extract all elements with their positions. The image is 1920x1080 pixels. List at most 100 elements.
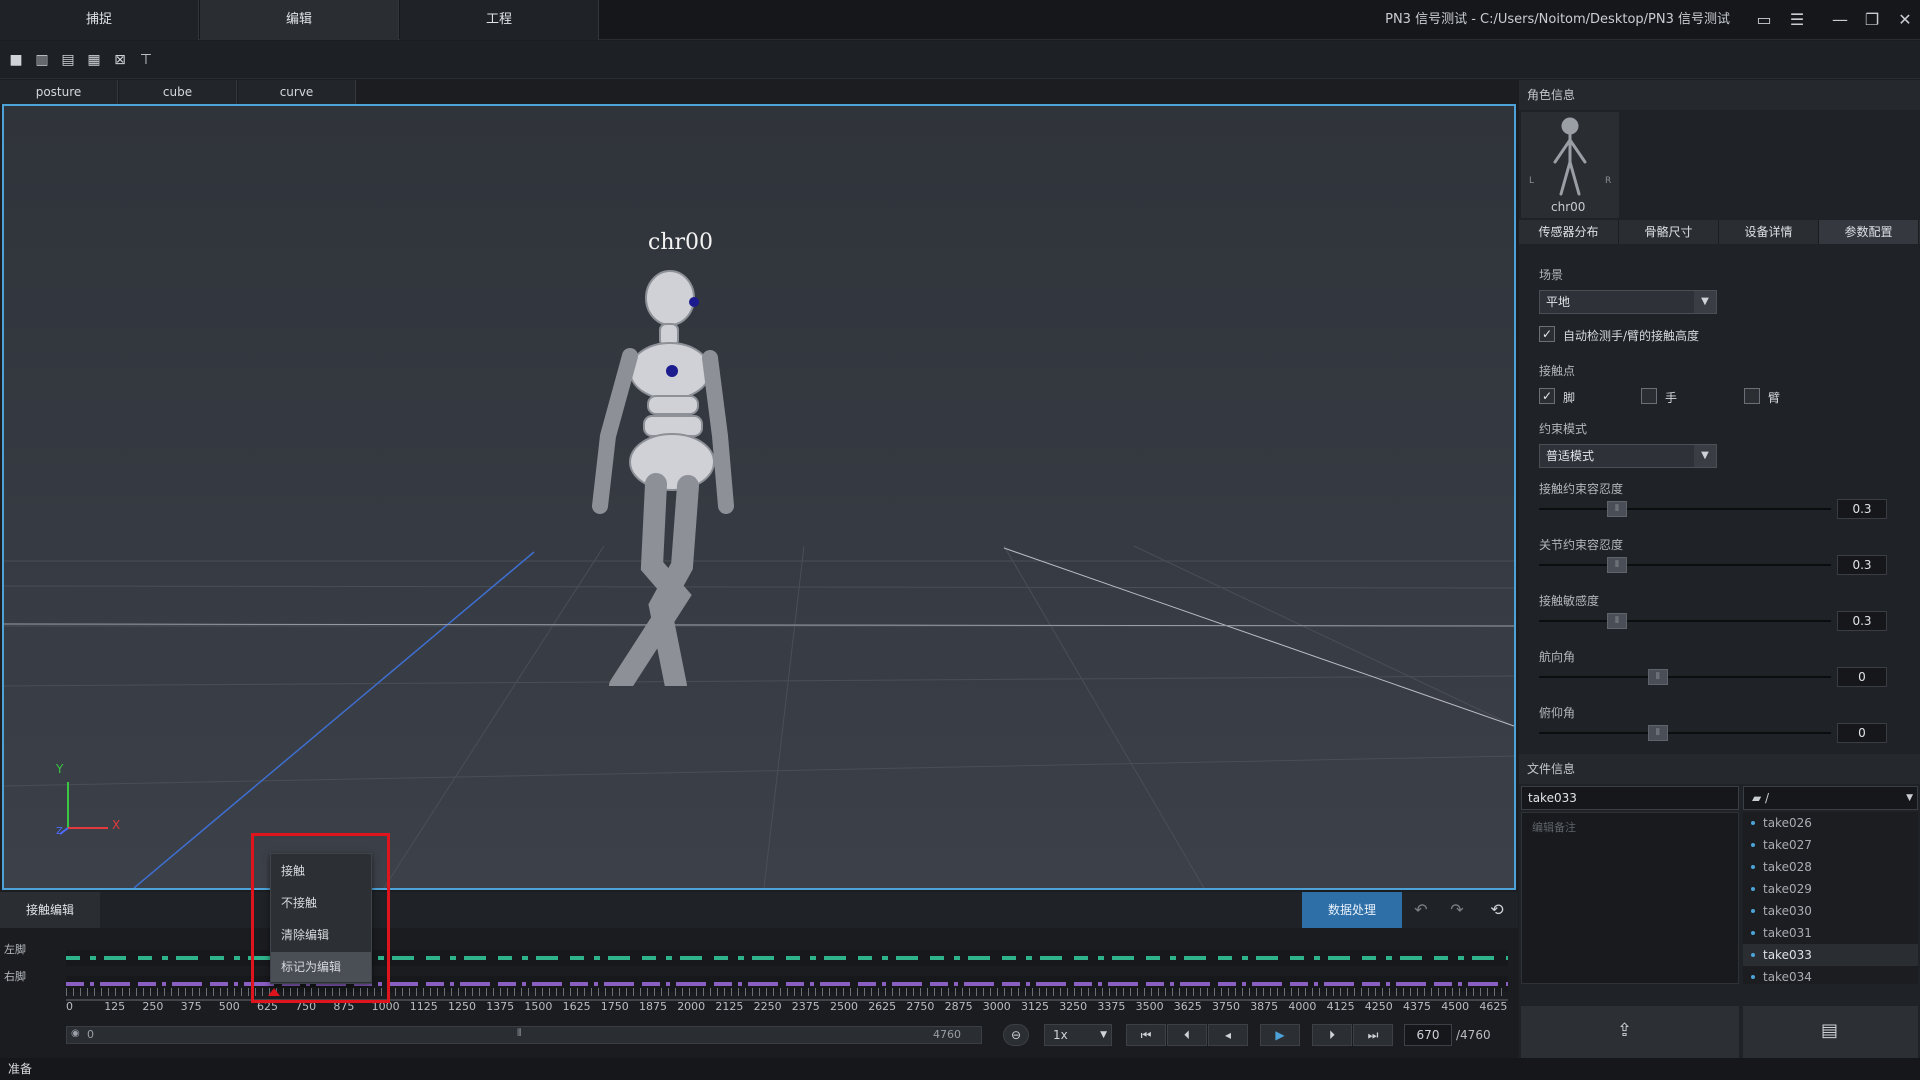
document-icon: ▤	[1821, 1020, 1839, 1041]
right-panel: 角色信息 L R chr00 传感器分布 骨骼尺寸 设备详情 参数配置 场景 平…	[1519, 80, 1920, 1058]
auto-detect-checkbox[interactable]: ✓	[1539, 326, 1555, 342]
split-horizontal-icon[interactable]: ▤	[58, 50, 78, 70]
slider-handle-icon[interactable]: ⦀	[1607, 501, 1627, 517]
arm-checkbox[interactable]	[1744, 388, 1760, 404]
file-list-item[interactable]: take034	[1743, 966, 1918, 984]
reset-icon[interactable]: ⟲	[1482, 898, 1512, 922]
tab-project[interactable]: 工程	[400, 0, 599, 40]
chevron-down-icon: ▼	[1694, 291, 1716, 313]
restore-icon[interactable]: ❐	[1860, 8, 1884, 32]
redo-icon[interactable]: ↷	[1442, 898, 1472, 922]
file-name: take028	[1763, 860, 1812, 874]
slider-value-input[interactable]: 0.3	[1837, 499, 1887, 519]
tab-sensor-layout[interactable]: 传感器分布	[1519, 220, 1619, 244]
edit-notes-field[interactable]: 编辑备注	[1521, 812, 1739, 984]
tab-curve[interactable]: curve	[238, 80, 356, 104]
slider-track[interactable]: ⦀	[1539, 501, 1831, 517]
ruler-tick-label: 2875	[944, 1000, 973, 1013]
slider-track[interactable]: ⦀	[1539, 725, 1831, 741]
undo-icon[interactable]: ↶	[1406, 898, 1436, 922]
slider-handle-icon[interactable]: ⦀	[1647, 725, 1668, 741]
step-forward-icon[interactable]: ⏵	[1312, 1024, 1352, 1046]
single-view-icon[interactable]: ■	[6, 50, 26, 70]
slider-label: 俯仰角	[1539, 706, 1576, 720]
slider-track[interactable]: ⦀	[1539, 557, 1831, 573]
total-frames: /4760	[1456, 1028, 1491, 1042]
tab-contact-edit[interactable]: 接触编辑	[0, 892, 100, 928]
slider-value-input[interactable]: 0	[1837, 667, 1887, 687]
close-icon[interactable]: ✕	[1893, 8, 1917, 32]
axis-x-label: X	[112, 818, 121, 832]
data-process-button[interactable]: 数据处理	[1302, 892, 1402, 928]
tab-edit[interactable]: 编辑	[200, 0, 399, 40]
foot-checkbox[interactable]: ✓	[1539, 388, 1555, 404]
file-list-item[interactable]: take029	[1743, 878, 1918, 900]
chevron-down-icon: ▼	[1694, 445, 1716, 467]
tab-cube[interactable]: cube	[119, 80, 237, 104]
pin-icon[interactable]: ⊤	[136, 50, 156, 70]
scene-select[interactable]: 平地 ▼	[1539, 290, 1717, 314]
ruler-tick-label: 500	[218, 1000, 240, 1013]
quad-view-icon[interactable]: ▦	[84, 50, 104, 70]
file-name: take026	[1763, 816, 1812, 830]
contact-edit-header: 接触编辑 数据处理 ↶ ↷ ⟲	[0, 892, 1518, 928]
hand-checkbox[interactable]	[1641, 388, 1657, 404]
path-select[interactable]: ▰ / ▼	[1743, 786, 1918, 810]
ruler-tick-label: 4000	[1288, 1000, 1317, 1013]
skip-end-icon[interactable]: ⏭	[1353, 1024, 1393, 1046]
ruler-tick-label: 3750	[1212, 1000, 1240, 1013]
file-list-item[interactable]: take031	[1743, 922, 1918, 944]
slider-track[interactable]: ⦀	[1539, 669, 1831, 685]
loop-icon[interactable]: ⊖	[1003, 1024, 1029, 1046]
layout-icon[interactable]: ▭	[1752, 8, 1776, 32]
visibility-icon[interactable]: ◉	[71, 1028, 80, 1039]
speed-value: 1x	[1053, 1028, 1068, 1042]
ruler-tick-label: 2375	[791, 1000, 820, 1013]
document-button[interactable]: ▤	[1743, 1006, 1918, 1058]
character-thumbnail[interactable]: L R chr00	[1521, 112, 1619, 218]
upload-icon: ⇪	[1617, 1020, 1633, 1041]
track-label-left-foot: 左脚	[4, 943, 26, 956]
tab-device-details[interactable]: 设备详情	[1719, 220, 1819, 244]
slider-value-input[interactable]: 0.3	[1837, 611, 1887, 631]
tab-posture[interactable]: posture	[0, 80, 118, 104]
export-button[interactable]: ⇪	[1521, 1006, 1739, 1058]
slider-handle-icon[interactable]: ⦀	[1647, 669, 1668, 685]
step-back-icon[interactable]: ⏴	[1167, 1024, 1207, 1046]
file-name-field[interactable]: take033	[1521, 786, 1739, 810]
folder-icon: ▰	[1752, 791, 1766, 805]
tab-capture[interactable]: 捕捉	[0, 0, 199, 40]
minimize-icon[interactable]: —	[1828, 8, 1852, 32]
scrub-handle-icon[interactable]: ⦀	[517, 1028, 521, 1039]
3d-viewport[interactable]: chr00 Y X Z	[2, 104, 1516, 890]
slider-handle-icon[interactable]: ⦀	[1607, 613, 1627, 629]
ruler-tick-label: 4500	[1441, 1000, 1470, 1013]
file-list-item[interactable]: take033	[1743, 944, 1918, 966]
layout-toolbar: ■ ▥ ▤ ▦ ⊠ ⊤	[0, 41, 1920, 79]
file-list-item[interactable]: take026	[1743, 812, 1918, 834]
slider-track[interactable]: ⦀	[1539, 613, 1831, 629]
slider-value-input[interactable]: 0.3	[1837, 555, 1887, 575]
constraint-mode-select[interactable]: 普适模式 ▼	[1539, 444, 1717, 468]
character-name: chr00	[1551, 200, 1586, 214]
current-frame-input[interactable]: 670	[1404, 1024, 1452, 1046]
path-value: /	[1765, 791, 1770, 805]
menu-icon[interactable]: ☰	[1785, 8, 1809, 32]
file-list-item[interactable]: take027	[1743, 834, 1918, 856]
split-vertical-icon[interactable]: ▥	[32, 50, 52, 70]
speed-select[interactable]: 1x ▼	[1044, 1024, 1112, 1046]
file-list-item[interactable]: take030	[1743, 900, 1918, 922]
play-back-icon[interactable]: ◂	[1208, 1024, 1248, 1046]
range-scrubber[interactable]: ◉ 0 ⦀ 4760	[66, 1026, 982, 1044]
file-list[interactable]: take026 take027 take028 take029 take030 take0…	[1743, 812, 1918, 984]
file-list-item[interactable]: take028	[1743, 856, 1918, 878]
tab-skeleton-size[interactable]: 骨骼尺寸	[1619, 220, 1719, 244]
slider-value-input[interactable]: 0	[1837, 723, 1887, 743]
ruler-tick-label: 2125	[715, 1000, 744, 1013]
slider-handle-icon[interactable]: ⦀	[1607, 557, 1627, 573]
skip-start-icon[interactable]: ⏮	[1126, 1024, 1166, 1046]
file-name: take033	[1763, 948, 1812, 962]
camera-view-icon[interactable]: ⊠	[110, 50, 130, 70]
play-icon[interactable]: ▶	[1260, 1024, 1300, 1046]
tab-parameter-config[interactable]: 参数配置	[1819, 220, 1919, 244]
